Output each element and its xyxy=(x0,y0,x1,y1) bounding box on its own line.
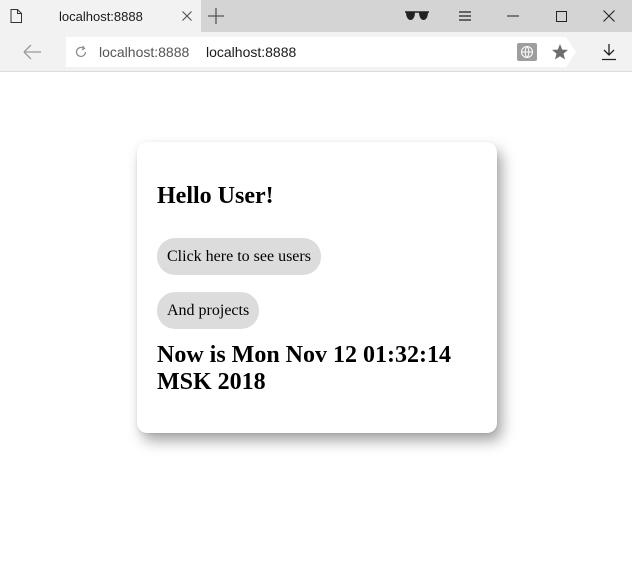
hamburger-icon xyxy=(459,11,471,21)
tab-close-icon[interactable] xyxy=(181,10,193,22)
welcome-card: Hello User! Click here to see users And … xyxy=(137,142,497,433)
reload-icon[interactable] xyxy=(74,45,88,59)
maximize-icon xyxy=(555,10,567,22)
translate-icon[interactable] xyxy=(517,43,537,61)
tab-strip: localhost:8888 xyxy=(0,0,632,32)
new-tab-plus-icon[interactable] xyxy=(207,7,225,25)
download-icon[interactable] xyxy=(600,43,618,61)
projects-button[interactable]: And projects xyxy=(157,292,260,329)
navigation-bar: localhost:8888 localhost:8888 xyxy=(0,32,632,72)
page-icon xyxy=(10,9,22,23)
back-arrow-icon[interactable] xyxy=(20,42,44,62)
url-input[interactable]: localhost:8888 xyxy=(206,44,296,60)
bookmark-star-icon[interactable] xyxy=(551,43,569,61)
see-users-button[interactable]: Click here to see users xyxy=(157,238,321,275)
greeting-heading: Hello User! xyxy=(157,183,274,209)
close-window-button[interactable] xyxy=(585,0,632,32)
sunglasses-icon xyxy=(405,11,429,20)
url-host: localhost:8888 xyxy=(99,44,190,60)
browser-tab[interactable]: localhost:8888 xyxy=(0,0,201,32)
address-bar[interactable]: localhost:8888 localhost:8888 xyxy=(66,37,576,67)
minimize-icon xyxy=(507,15,519,17)
tab-title: localhost:8888 xyxy=(59,9,143,24)
close-icon xyxy=(603,10,615,22)
minimize-button[interactable] xyxy=(489,0,537,32)
incognito-button[interactable] xyxy=(393,0,441,32)
maximize-button[interactable] xyxy=(537,0,585,32)
menu-button[interactable] xyxy=(441,0,489,32)
current-time-heading: Now is Mon Nov 12 01:32:14 MSK 2018 xyxy=(157,342,451,395)
